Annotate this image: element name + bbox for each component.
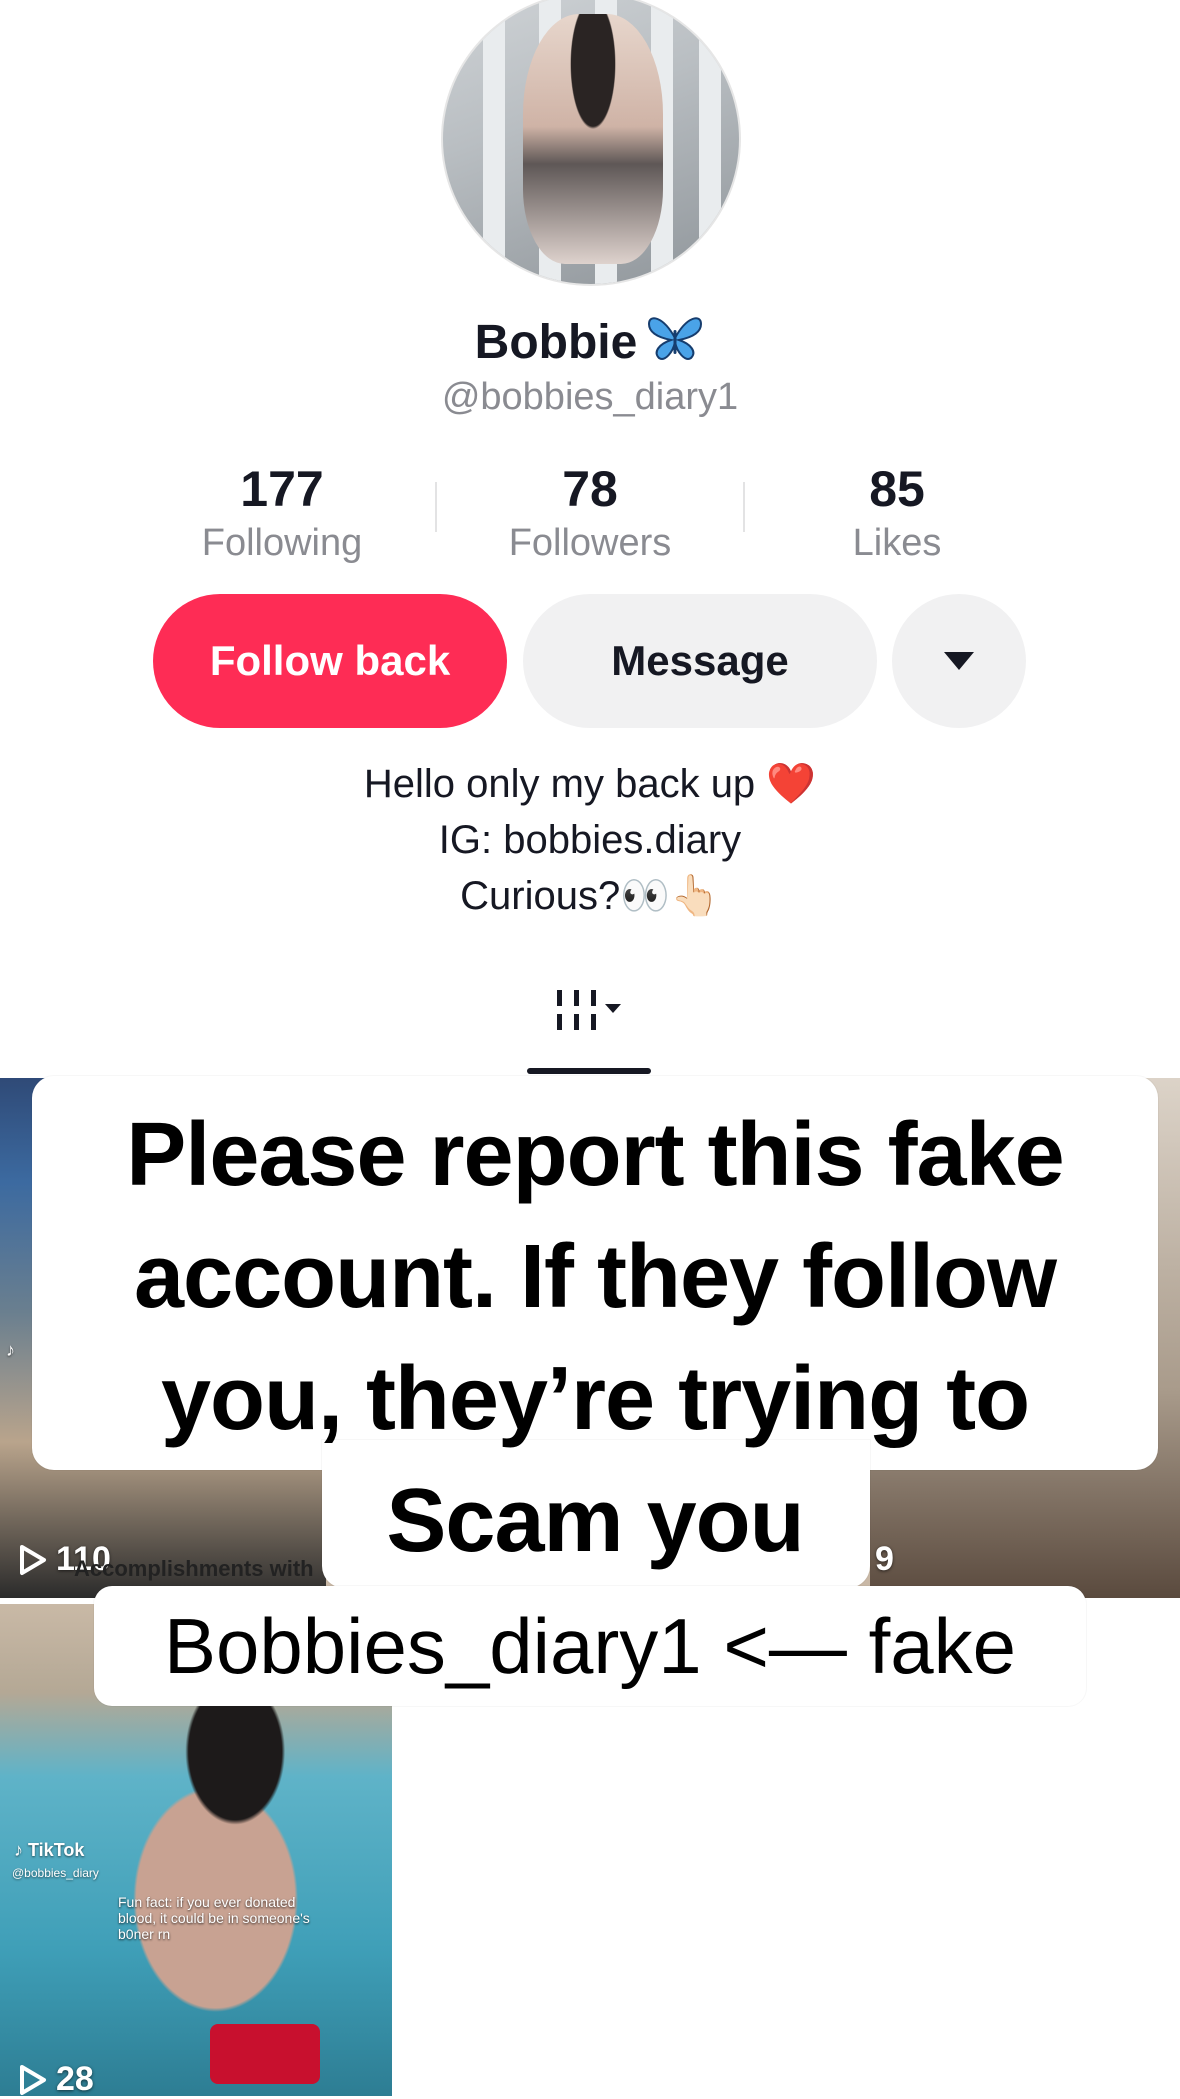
view-count: 28 (18, 2060, 94, 2099)
message-button[interactable]: Message (523, 594, 877, 728)
bio-line: Hello only my back up ❤️ (363, 762, 817, 806)
bio-line: Curious?👀👆🏻 (460, 874, 720, 918)
watermark-username: @bobbies_diary (12, 1866, 99, 1880)
video-caption: Fun fact: if you ever donated blood, it … (118, 1894, 310, 1942)
likes-label: Likes (852, 522, 942, 564)
stat-followers[interactable]: 78 Followers (460, 460, 720, 565)
bio-line[interactable]: IG: bobbies.diary (0, 812, 1180, 868)
tiktok-watermark: ♪ TikTok (14, 1840, 85, 1860)
view-count: 9 (875, 1540, 894, 1579)
stat-divider (435, 482, 437, 532)
view-count-value: 9 (875, 1540, 894, 1578)
avatar[interactable] (441, 0, 741, 286)
more-button[interactable] (892, 594, 1026, 728)
tiktok-watermark-text: TikTok (28, 1840, 85, 1860)
view-count-value: 28 (56, 2060, 94, 2098)
follow-back-button[interactable]: Follow back (153, 594, 507, 728)
stat-following[interactable]: 177 Following (152, 460, 412, 565)
followers-count: 78 (562, 461, 618, 517)
grid-filter-icon (557, 990, 621, 1030)
followers-label: Followers (508, 522, 672, 564)
display-name: Bobbie (0, 312, 1180, 376)
bio: Hello only my back up ❤️ IG: bobbies.dia… (0, 756, 1180, 924)
butterfly-icon (645, 312, 705, 376)
username: @bobbies_diary1 (441, 376, 739, 418)
tab-videos[interactable] (555, 984, 635, 1040)
stat-likes[interactable]: 85 Likes (767, 460, 1027, 565)
following-count: 177 (240, 461, 324, 517)
tab-underline (527, 1068, 651, 1074)
play-icon (20, 2064, 46, 2095)
stat-divider (743, 482, 745, 532)
display-name-text: Bobbie (474, 316, 638, 369)
warning-text: Please report this fake account. If they… (126, 1105, 1064, 1571)
likes-count: 85 (869, 461, 925, 517)
fake-label: Bobbies_diary1 <— fake (163, 1602, 1017, 1690)
following-label: Following (201, 522, 363, 564)
caret-down-icon (944, 652, 974, 670)
tiktok-watermark: ♪ (6, 1340, 15, 1360)
